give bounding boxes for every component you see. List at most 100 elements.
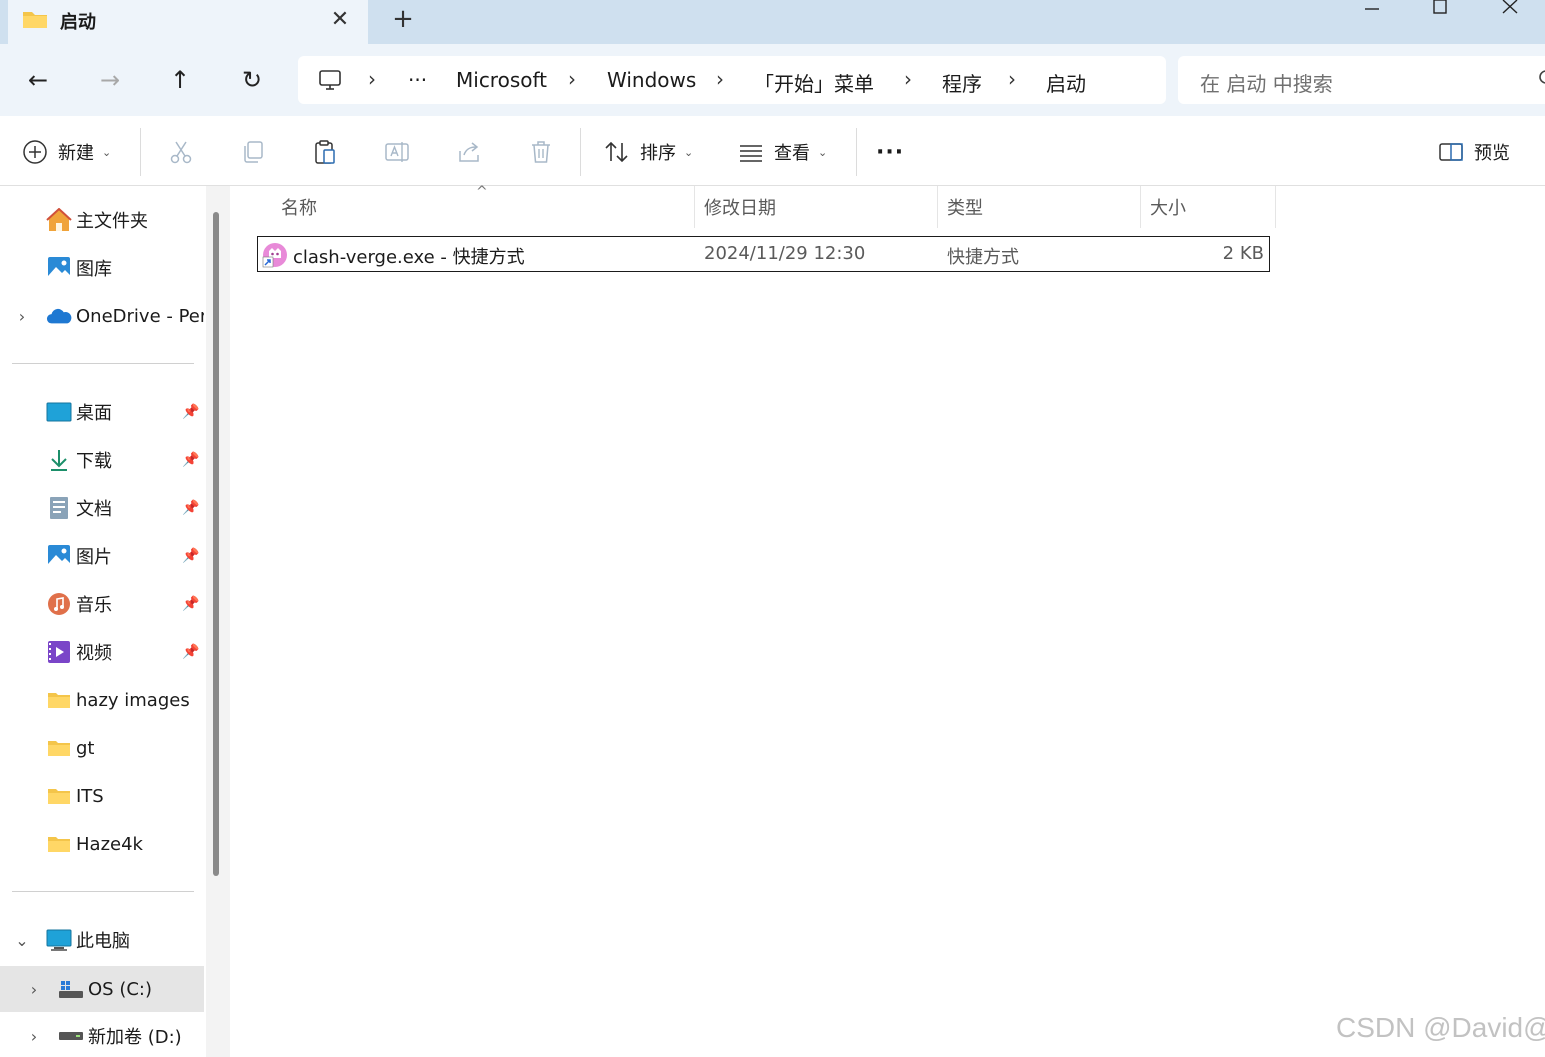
paste-button[interactable]	[310, 136, 340, 168]
download-icon	[46, 447, 72, 473]
sidebar-item-folder[interactable]: hazy images	[0, 678, 204, 722]
folder-icon	[46, 735, 72, 761]
computer-icon[interactable]	[318, 68, 342, 96]
chevron-down-icon: ⌄	[684, 145, 694, 159]
sidebar-item-drive-d[interactable]: › 新加卷 (D:)	[0, 1014, 204, 1057]
chevron-down-icon[interactable]: ⌄	[14, 931, 30, 950]
file-date: 2024/11/29 12:30	[704, 243, 866, 264]
plus-circle-icon	[20, 137, 50, 167]
clipboard-icon	[310, 137, 340, 167]
back-button[interactable]: ←	[20, 62, 56, 98]
delete-button[interactable]	[526, 136, 556, 168]
sidebar-item-label: 图库	[76, 259, 112, 280]
copy-button[interactable]	[238, 136, 268, 168]
column-header-size[interactable]: 大小	[1150, 186, 1186, 228]
chevron-right-icon[interactable]: ›	[904, 67, 912, 91]
desktop-icon	[46, 399, 72, 425]
pin-icon[interactable]: 📌	[182, 500, 199, 516]
title-bar: 启动 ✕ +	[0, 0, 1545, 44]
sidebar-item-label: 主文件夹	[76, 211, 148, 232]
column-divider[interactable]	[1140, 186, 1141, 228]
sidebar-item-folder[interactable]: gt	[0, 726, 204, 770]
new-tab-button[interactable]: +	[388, 4, 418, 34]
sidebar-item-videos[interactable]: 视频 📌	[0, 630, 204, 674]
watermark-text: CSDN @David@	[1336, 1012, 1545, 1043]
sort-button[interactable]: 排序 ⌄	[602, 136, 693, 168]
search-box[interactable]: 在 启动 中搜索	[1178, 56, 1545, 104]
pin-icon[interactable]: 📌	[182, 404, 199, 420]
column-header-type[interactable]: 类型	[947, 186, 983, 228]
sidebar-item-this-pc[interactable]: ⌄ 此电脑	[0, 918, 204, 962]
videos-icon	[46, 639, 72, 665]
chevron-down-icon: ⌄	[102, 145, 112, 159]
sidebar-item-documents[interactable]: 文档 📌	[0, 486, 204, 530]
preview-pane-button[interactable]: 预览	[1436, 136, 1510, 168]
sidebar-item-folder[interactable]: Haze4k	[0, 822, 204, 866]
chevron-right-icon[interactable]: ›	[14, 307, 30, 326]
file-row[interactable]: clash-verge.exe - 快捷方式 2024/11/29 12:30 …	[257, 236, 1270, 272]
folder-icon	[46, 687, 72, 713]
breadcrumb-windows[interactable]: Windows	[607, 68, 696, 92]
breadcrumb-programs[interactable]: 程序	[942, 68, 982, 97]
view-button[interactable]: 查看 ⌄	[736, 136, 827, 168]
breadcrumb-microsoft[interactable]: Microsoft	[456, 68, 547, 92]
chevron-right-icon[interactable]: ›	[368, 67, 376, 91]
maximize-button[interactable]	[1412, 0, 1468, 20]
column-header-name[interactable]: 名称	[281, 186, 317, 228]
sidebar-divider	[12, 891, 194, 892]
file-name[interactable]: clash-verge.exe - 快捷方式	[293, 243, 525, 269]
breadcrumb-start-menu[interactable]: 「开始」菜单	[754, 68, 874, 97]
clash-verge-icon	[262, 242, 288, 272]
minimize-button[interactable]	[1344, 0, 1400, 20]
rename-button[interactable]	[382, 136, 412, 168]
chevron-right-icon[interactable]: ›	[26, 1027, 42, 1046]
chevron-right-icon[interactable]: ›	[568, 67, 576, 91]
more-options-button[interactable]: ···	[876, 136, 904, 168]
address-bar[interactable]: › ··· Microsoft › Windows › 「开始」菜单 › 程序 …	[298, 56, 1166, 104]
search-input[interactable]: 在 启动 中搜索	[1200, 68, 1333, 97]
pin-icon[interactable]: 📌	[182, 548, 199, 564]
sidebar-item-drive-c[interactable]: › OS (C:)	[0, 966, 204, 1012]
column-divider[interactable]	[694, 186, 695, 228]
pin-icon[interactable]: 📌	[182, 452, 199, 468]
navigation-bar: ← → ↑ ↻ › ··· Microsoft › Windows › 「开始」…	[0, 44, 1545, 116]
column-header-date[interactable]: 修改日期	[704, 186, 776, 228]
onedrive-icon	[46, 303, 72, 329]
cut-button[interactable]	[166, 136, 196, 168]
new-button[interactable]: 新建 ⌄	[20, 136, 111, 168]
sidebar-item-pictures[interactable]: 图片 📌	[0, 534, 204, 578]
tab-startup[interactable]: 启动 ✕	[8, 0, 368, 44]
column-divider[interactable]	[1275, 186, 1276, 228]
pin-icon[interactable]: 📌	[182, 596, 199, 612]
sidebar-item-folder[interactable]: ITS	[0, 774, 204, 818]
pin-icon[interactable]: 📌	[182, 644, 199, 660]
drive-icon	[58, 976, 84, 1002]
breadcrumb-ellipsis[interactable]: ···	[408, 68, 427, 92]
column-divider[interactable]	[937, 186, 938, 228]
tab-close-icon[interactable]: ✕	[326, 6, 354, 34]
chevron-right-icon[interactable]: ›	[1008, 67, 1016, 91]
breadcrumb-startup[interactable]: 启动	[1046, 68, 1086, 97]
refresh-button[interactable]: ↻	[234, 62, 270, 98]
navigation-pane: 主文件夹 图库 › OneDrive - Per 桌面 📌 下载 📌 文档 📌	[0, 186, 206, 1057]
sidebar-divider	[12, 363, 194, 364]
sidebar-item-home[interactable]: 主文件夹	[0, 198, 204, 242]
toolbar-divider	[580, 128, 581, 176]
forward-button[interactable]: →	[92, 62, 128, 98]
close-window-button[interactable]	[1482, 0, 1538, 20]
chevron-right-icon[interactable]: ›	[26, 980, 42, 999]
sidebar-item-gallery[interactable]: 图库	[0, 246, 204, 290]
pictures-icon	[46, 543, 72, 569]
chevron-right-icon[interactable]: ›	[716, 67, 724, 91]
sidebar-scrollbar[interactable]	[213, 212, 219, 876]
sidebar-item-onedrive[interactable]: › OneDrive - Per	[0, 294, 204, 338]
share-button[interactable]	[454, 136, 484, 168]
new-button-label: 新建	[58, 143, 94, 164]
sidebar-item-music[interactable]: 音乐 📌	[0, 582, 204, 626]
sidebar-item-desktop[interactable]: 桌面 📌	[0, 390, 204, 434]
gallery-icon	[46, 255, 72, 281]
search-icon[interactable]	[1536, 70, 1545, 93]
sidebar-item-label: ITS	[76, 785, 104, 807]
sidebar-item-downloads[interactable]: 下载 📌	[0, 438, 204, 482]
up-button[interactable]: ↑	[162, 62, 198, 98]
